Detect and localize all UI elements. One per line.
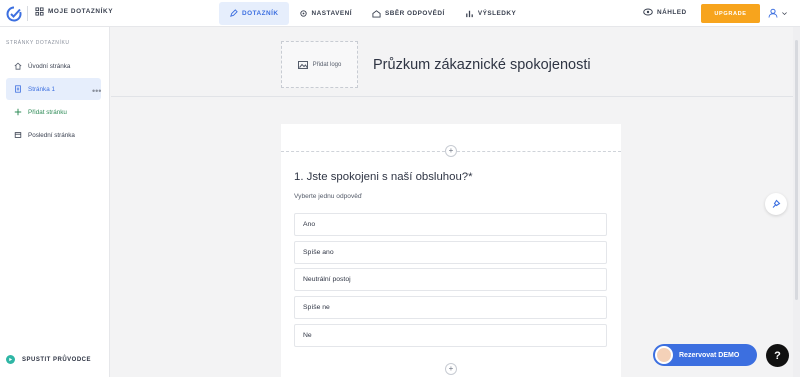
sidebar-item-intro-page[interactable]: Úvodní stránka (6, 55, 102, 77)
sidebar-item-label: Úvodní stránka (28, 62, 71, 70)
header-divider (111, 96, 800, 97)
editor-canvas: Přidat logo Průzkum zákaznické spokojeno… (111, 27, 800, 377)
share-icon (372, 10, 381, 18)
answer-option[interactable]: Neutrální postoj (294, 268, 607, 291)
scrollbar-thumb[interactable] (795, 40, 798, 300)
main-tabs: DOTAZNÍK NASTAVENÍ SBĚR ODPOVĚDÍ VÝSLEDK… (219, 2, 526, 25)
sidebar-item-last-page[interactable]: Poslední stránka (6, 124, 102, 146)
question-instruction: Vyberte jednu odpověď (294, 193, 362, 200)
survey-title[interactable]: Průzkum zákaznické spokojenosti (373, 57, 591, 73)
survey-header: Přidat logo Průzkum zákaznické spokojeno… (281, 41, 651, 88)
gear-icon (299, 10, 307, 17)
tab-results[interactable]: VÝSLEDKY (455, 2, 526, 25)
book-demo-label: Rezervovat DEMO (679, 351, 740, 359)
user-icon (768, 8, 778, 18)
tab-collect-responses[interactable]: SBĚR ODPOVĚDÍ (362, 2, 455, 25)
my-surveys-link[interactable]: MOJE DOTAZNÍKY (35, 7, 113, 16)
my-surveys-label: MOJE DOTAZNÍKY (48, 8, 114, 15)
play-icon (6, 355, 15, 364)
tab-results-label: VÝSLEDKY (477, 10, 517, 17)
answer-option[interactable]: Spíše ne (294, 296, 607, 319)
book-demo-button[interactable]: Rezervovat DEMO (653, 344, 757, 366)
home-icon (14, 62, 22, 70)
add-logo-button[interactable]: Přidat logo (281, 41, 358, 88)
sidebar-item-label: Stránka 1 (28, 85, 55, 93)
grid-icon (35, 7, 44, 16)
answer-option[interactable]: Ano (294, 213, 607, 236)
user-menu[interactable] (768, 8, 788, 18)
insert-question-button-bottom[interactable]: + (445, 363, 457, 375)
question-title[interactable]: 1. Jste spokojeni s naší obsluhou?* (294, 171, 473, 183)
tab-collect-label: SBĚR ODPOVĚDÍ (385, 10, 445, 17)
chevron-down-icon (782, 11, 787, 15)
chart-icon (465, 10, 473, 18)
top-bar: MOJE DOTAZNÍKY DOTAZNÍK NASTAVENÍ SBĚR O… (0, 0, 800, 27)
brush-icon (772, 199, 781, 208)
eye-icon (643, 8, 653, 16)
add-logo-label: Přidat logo (312, 61, 342, 68)
preview-label: NÁHLED (657, 8, 687, 16)
plus-icon (14, 108, 22, 116)
flag-icon (14, 132, 22, 138)
sidebar-item-label: Poslední stránka (28, 131, 75, 139)
sidebar-item-label: Přidat stránku (28, 108, 67, 116)
sidebar-title: STRÁNKY DOTAZNÍKU (6, 40, 70, 46)
tab-survey[interactable]: DOTAZNÍK (219, 2, 289, 25)
image-icon (297, 60, 308, 69)
start-guide-label: SPUSTIT PRŮVODCE (22, 356, 92, 363)
preview-button[interactable]: NÁHLED (643, 8, 687, 16)
insert-question-button-top[interactable]: + (445, 145, 457, 157)
page-icon (15, 85, 21, 93)
tab-survey-label: DOTAZNÍK (242, 10, 279, 17)
page-options-button[interactable]: ••• (92, 86, 101, 96)
answer-option[interactable]: Spíše ano (294, 241, 607, 264)
design-tool-button[interactable] (765, 193, 787, 215)
help-button[interactable]: ? (766, 344, 789, 367)
add-page-button[interactable]: Přidat stránku (6, 101, 102, 123)
sidebar-item-page-1[interactable]: Stránka 1 (6, 78, 101, 100)
upgrade-button[interactable]: UPGRADE (701, 4, 760, 23)
tab-settings[interactable]: NASTAVENÍ (289, 2, 362, 25)
app-logo-icon[interactable] (6, 6, 22, 22)
tab-settings-label: NASTAVENÍ (311, 10, 353, 17)
avatar (655, 346, 673, 364)
sidebar: STRÁNKY DOTAZNÍKU Úvodní stránka Stránka… (0, 27, 110, 377)
pencil-icon (230, 9, 238, 17)
start-guide-button[interactable]: SPUSTIT PRŮVODCE (6, 355, 91, 364)
answer-option[interactable]: Ne (294, 324, 607, 347)
brand-divider (27, 6, 28, 21)
